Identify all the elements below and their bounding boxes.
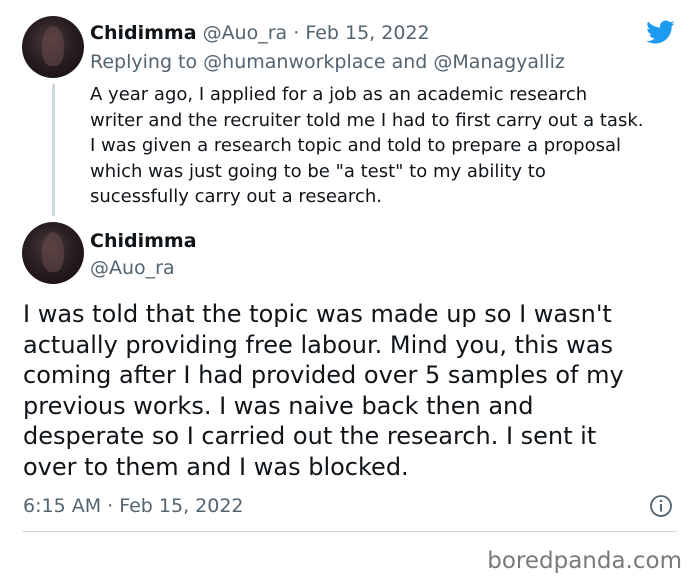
main-author-avatar[interactable] [22,222,84,284]
replying-to-mention-1[interactable]: @humanworkplace [203,51,385,73]
reply-author-handle[interactable]: @Auo_ra [203,22,288,44]
reply-tweet-text: A year ago, I applied for a job as an ac… [90,84,644,207]
twitter-bird-icon [646,20,675,44]
info-icon[interactable] [649,494,673,518]
replying-to-mention-2[interactable]: @Managyalliz [433,51,564,73]
footer-divider [22,531,677,532]
header-separator: · [293,22,300,44]
thread-connector-line [52,84,55,216]
reply-author-avatar[interactable] [22,16,84,78]
reply-author-name[interactable]: Chidimma [90,22,197,44]
main-author-handle[interactable]: @Auo_ra [90,256,175,280]
replying-to-and: and [391,51,428,73]
replying-to-line: Replying to @humanworkplace and @Managya… [90,50,565,74]
reply-date[interactable]: Feb 15, 2022 [305,22,429,44]
main-author-name[interactable]: Chidimma [90,229,197,253]
replying-to-prefix: Replying to [90,51,198,73]
main-tweet-text: I was told that the topic was made up so… [23,300,624,481]
main-tweet-timestamp[interactable]: 6:15 AM · Feb 15, 2022 [23,494,244,518]
reply-header: Chidimma @Auo_ra · Feb 15, 2022 [90,21,430,45]
watermark: boredpanda.com [487,548,682,574]
